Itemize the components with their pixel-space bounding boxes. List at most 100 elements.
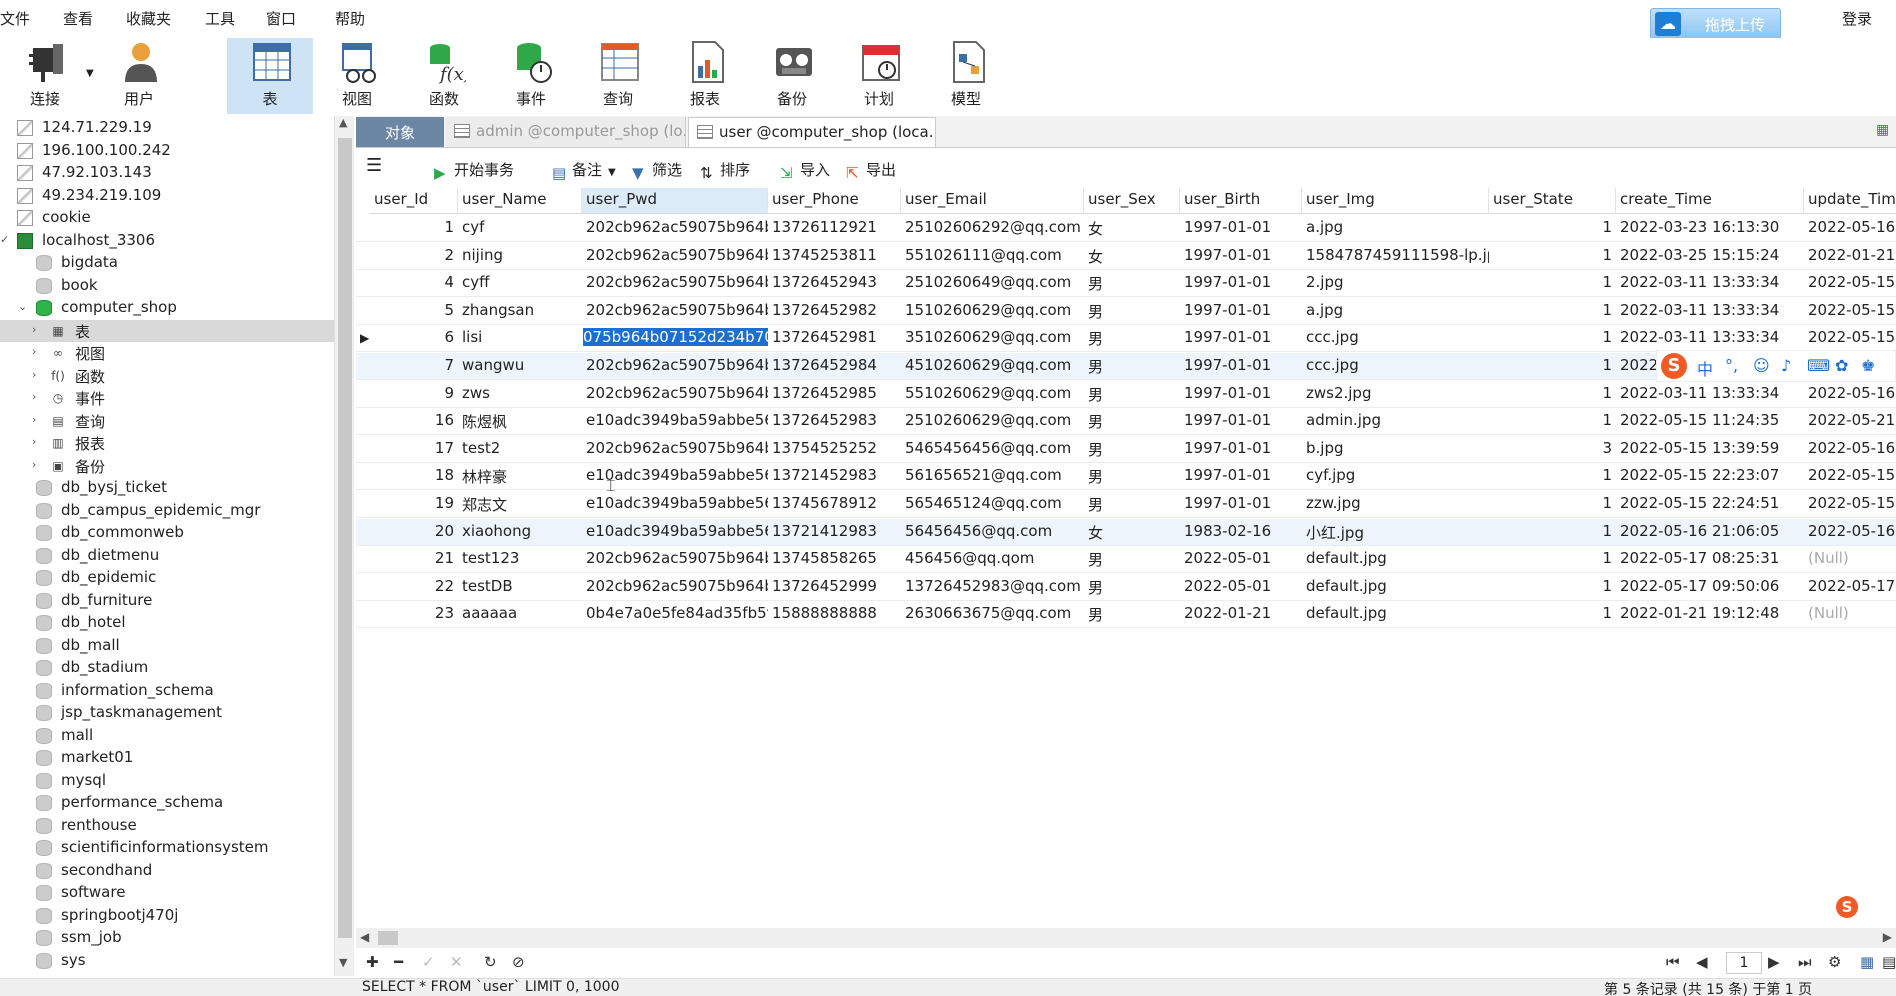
grid-horizontal-scrollbar[interactable]: ◀ ▶ <box>356 928 1896 948</box>
table-cell[interactable]: 2630663675@qq.com <box>901 601 1084 628</box>
scroll-right-icon[interactable]: ▶ <box>1883 930 1892 944</box>
table-cell[interactable]: 2022-05-17 08:25:31 <box>1616 546 1804 573</box>
table-cell[interactable]: test2 <box>458 436 582 463</box>
table-cell[interactable]: admin.jpg <box>1302 408 1489 435</box>
table-cell[interactable]: 1997-01-01 <box>1180 408 1302 435</box>
table-cell[interactable]: wangwu <box>458 353 582 380</box>
tree-item[interactable]: db_campus_epidemic_mgr <box>0 500 334 522</box>
table-cell[interactable]: testDB <box>458 574 582 601</box>
table-cell[interactable]: 21 <box>370 546 458 573</box>
table-cell[interactable]: 2022-03-11 13:33:34 <box>1616 270 1804 297</box>
table-cell[interactable]: 202cb962ac59075b964b0 <box>582 270 768 297</box>
microphone-icon[interactable]: ♪ <box>1781 356 1791 375</box>
table-cell[interactable]: a.jpg <box>1302 298 1489 325</box>
delete-record-icon[interactable]: ━ <box>394 953 403 971</box>
table-cell[interactable]: 22 <box>370 574 458 601</box>
chevron-right-icon[interactable]: › <box>32 435 36 448</box>
table-cell[interactable]: 2022-03-11 13:33:34 <box>1616 381 1804 408</box>
table-cell[interactable]: 1 <box>1489 270 1616 297</box>
tree-item[interactable]: ⌄ computer_shop <box>0 297 334 319</box>
drag-upload-button[interactable]: ☁ 拖拽上传 <box>1650 8 1781 40</box>
hamburger-menu-icon[interactable]: ☰ <box>366 155 382 176</box>
table-cell[interactable]: 小红.jpg <box>1302 519 1489 546</box>
next-page-icon[interactable]: ▶ <box>1768 953 1780 971</box>
table-cell[interactable]: zhangsan <box>458 298 582 325</box>
scroll-down-icon[interactable]: ▼ <box>339 956 347 969</box>
column-header[interactable]: user_Id <box>370 188 458 214</box>
table-cell[interactable]: 1 <box>1489 408 1616 435</box>
table-cell[interactable]: 2022-05-15 <box>1804 298 1896 325</box>
table-cell[interactable]: 202cb962ac59075b964b0 <box>582 574 768 601</box>
table-cell[interactable]: 2022-01-21 19:12:48 <box>1616 601 1804 628</box>
table-cell[interactable]: 5510260629@qq.com <box>901 381 1084 408</box>
table-cell[interactable]: test123 <box>458 546 582 573</box>
table-cell[interactable]: 2.jpg <box>1302 270 1489 297</box>
menu-file[interactable]: 文件 <box>0 8 30 29</box>
refresh-icon[interactable]: ↻ <box>484 953 497 971</box>
table-cell[interactable]: default.jpg <box>1302 546 1489 573</box>
table-cell[interactable]: 1997-01-01 <box>1180 215 1302 242</box>
login-link[interactable]: 登录 <box>1842 8 1872 29</box>
table-cell[interactable]: 2022-05-16 <box>1804 215 1896 242</box>
emoji-icon[interactable]: ☺ <box>1753 356 1770 375</box>
table-cell[interactable]: 男 <box>1084 325 1180 352</box>
table-cell[interactable]: 男 <box>1084 381 1180 408</box>
table-cell[interactable]: 13726452943 <box>768 270 901 297</box>
table-cell[interactable]: 2022-05-15 13:39:59 <box>1616 436 1804 463</box>
table-cell[interactable]: nijing <box>458 243 582 270</box>
table-cell[interactable]: zws <box>458 381 582 408</box>
tree-item[interactable]: › ▣ 备份 <box>0 455 334 477</box>
table-cell[interactable]: 男 <box>1084 408 1180 435</box>
table-cell[interactable]: 13726452999 <box>768 574 901 601</box>
menu-help[interactable]: 帮助 <box>335 8 365 29</box>
tool-backup[interactable]: 备份 <box>749 38 835 114</box>
table-cell[interactable]: 2022-05-01 <box>1180 574 1302 601</box>
table-cell[interactable]: 20 <box>370 519 458 546</box>
table-cell[interactable]: 456456@qq.qom <box>901 546 1084 573</box>
table-cell[interactable]: 2022-01-21 <box>1180 601 1302 628</box>
table-cell[interactable]: 15888888888 <box>768 601 901 628</box>
add-record-icon[interactable]: ✚ <box>366 953 379 971</box>
table-cell[interactable]: 2022-05-15 <box>1804 325 1896 352</box>
table-cell[interactable]: 4 <box>370 270 458 297</box>
punctuation-icon[interactable]: °, <box>1725 356 1738 375</box>
table-cell[interactable]: 1 <box>370 215 458 242</box>
table-cell[interactable]: 18 <box>370 463 458 490</box>
table-cell[interactable]: 5 <box>370 298 458 325</box>
table-cell[interactable]: 2022-03-11 13:33:34 <box>1616 298 1804 325</box>
keyboard-icon[interactable]: ⌨ <box>1807 356 1830 375</box>
table-cell[interactable]: e10adc3949ba59abbe56e <box>582 408 768 435</box>
table-cell[interactable]: 2022-05-17 <box>1804 574 1896 601</box>
table-cell[interactable]: 男 <box>1084 491 1180 518</box>
table-cell[interactable]: 565465124@qq.com <box>901 491 1084 518</box>
tree-scrollbar[interactable]: ▲ ▼ <box>334 116 354 976</box>
tree-item[interactable]: ✓ localhost_3306 <box>0 230 334 252</box>
table-cell[interactable]: 男 <box>1084 574 1180 601</box>
tree-item[interactable]: › ▤ 查询 <box>0 410 334 432</box>
table-cell[interactable]: 202cb962ac59075b964b0 <box>582 298 768 325</box>
tree-item[interactable]: scientificinformationsystem <box>0 837 334 859</box>
table-cell[interactable]: 1997-01-01 <box>1180 325 1302 352</box>
stop-icon[interactable]: ⊘ <box>512 953 525 971</box>
table-cell[interactable]: (Null) <box>1804 546 1896 573</box>
table-cell[interactable]: 1 <box>1489 601 1616 628</box>
tree-item[interactable]: jsp_taskmanagement <box>0 702 334 724</box>
table-cell[interactable]: 男 <box>1084 463 1180 490</box>
ime-language[interactable]: 中 <box>1697 356 1713 380</box>
table-cell[interactable]: 1510260629@qq.com <box>901 298 1084 325</box>
table-cell[interactable]: 男 <box>1084 298 1180 325</box>
tree-item[interactable]: software <box>0 882 334 904</box>
table-cell[interactable]: 1997-01-01 <box>1180 298 1302 325</box>
export-button[interactable]: ⇱ 导出 <box>846 159 896 182</box>
tree-item[interactable]: mall <box>0 725 334 747</box>
table-cell[interactable]: lisi <box>458 325 582 352</box>
tool-function[interactable]: f(x) 函数 <box>401 38 487 114</box>
table-cell[interactable]: 202cb962ac59075b964b0 <box>582 436 768 463</box>
table-cell[interactable]: 13726452984 <box>768 353 901 380</box>
table-cell[interactable]: 202cb962ac59075b964b0 <box>582 243 768 270</box>
tree-item[interactable]: book <box>0 275 334 297</box>
tools-icon[interactable]: ✿ <box>1835 356 1848 375</box>
column-header[interactable]: user_Name <box>458 188 582 214</box>
table-cell[interactable]: 2 <box>370 243 458 270</box>
tool-schedule[interactable]: 计划 <box>836 38 922 114</box>
